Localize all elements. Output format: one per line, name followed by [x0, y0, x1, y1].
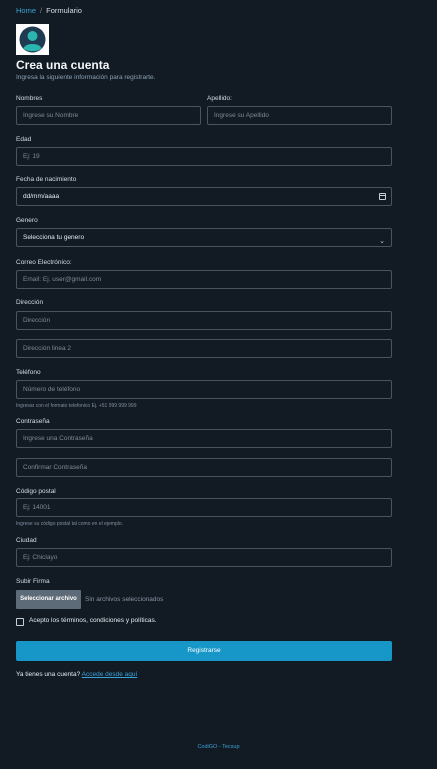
chevron-down-icon: ⌄	[379, 238, 385, 245]
password-input[interactable]: Ingrese una Contraseña	[16, 429, 392, 448]
nacimiento-date-input[interactable]: dd/mm/aaaa	[16, 187, 392, 206]
terms-label[interactable]: Acepto los términos, condiciones y polít…	[29, 617, 157, 624]
login-prompt: Ya tienes una cuenta? Accede desde aquí	[16, 671, 137, 678]
confirm-password-input[interactable]: Confirmar Contraseña	[16, 458, 392, 477]
firma-label: Subir Firma	[16, 578, 50, 585]
genero-label: Genero	[16, 217, 38, 224]
breadcrumb: Home / Formulario	[16, 6, 82, 15]
breadcrumb-current: Formulario	[46, 6, 82, 15]
direccion-line2-input[interactable]: Dirección linea 2	[16, 339, 392, 358]
calendar-icon[interactable]	[379, 193, 386, 200]
telefono-input[interactable]: Número de teléfono	[16, 380, 392, 399]
page-title: Crea una cuenta	[16, 58, 110, 72]
nacimiento-value: dd/mm/aaaa	[23, 193, 60, 200]
postal-hint: Ingrese su código postal tal como en el …	[16, 521, 124, 527]
apellido-input[interactable]: Ingrese su Apellido	[207, 106, 392, 125]
avatar	[16, 24, 49, 55]
edad-input[interactable]: Ej: 19	[16, 147, 392, 166]
login-link[interactable]: Accede desde aquí	[82, 671, 138, 678]
file-status: Sin archivos seleccionados	[85, 596, 164, 603]
correo-label: Correo Electrónico:	[16, 259, 72, 266]
nombres-input[interactable]: Ingrese su Nombre	[16, 106, 201, 125]
edad-label: Edad	[16, 136, 32, 143]
page-subtitle: Ingresa la siguiente información para re…	[16, 74, 156, 81]
correo-input[interactable]: Email: Ej. user@gmail.com	[16, 270, 392, 289]
telefono-hint: Ingresar con el formato telefonico Ej. +…	[16, 403, 137, 409]
postal-input[interactable]: Ej: 14001	[16, 498, 392, 517]
genero-value: Selecciona tu genero	[23, 234, 85, 241]
nacimiento-label: Fecha de nacimiento	[16, 176, 77, 183]
breadcrumb-home-link[interactable]: Home	[16, 6, 36, 15]
terms-checkbox[interactable]	[16, 618, 24, 626]
direccion-input[interactable]: Dirección	[16, 311, 392, 330]
ciudad-label: Ciudad	[16, 537, 37, 544]
select-file-button[interactable]: Seleccionar archivo	[16, 590, 81, 609]
apellido-label: Apellido:	[207, 95, 232, 102]
footer-text: CodiGO - Tecsup	[197, 744, 240, 750]
genero-select[interactable]: Selecciona tu genero ⌄	[16, 228, 392, 247]
telefono-label: Teléfono	[16, 369, 41, 376]
breadcrumb-separator: /	[40, 6, 43, 15]
postal-label: Código postal	[16, 488, 56, 495]
user-avatar-icon	[19, 26, 46, 53]
contrasena-label: Contraseña	[16, 418, 50, 425]
ciudad-input[interactable]: Ej: Chiclayo	[16, 548, 392, 567]
direccion-label: Dirección	[16, 299, 44, 306]
login-text: Ya tienes una cuenta?	[16, 671, 81, 678]
nombres-label: Nombres	[16, 95, 43, 102]
register-button[interactable]: Registrarse	[16, 641, 392, 661]
